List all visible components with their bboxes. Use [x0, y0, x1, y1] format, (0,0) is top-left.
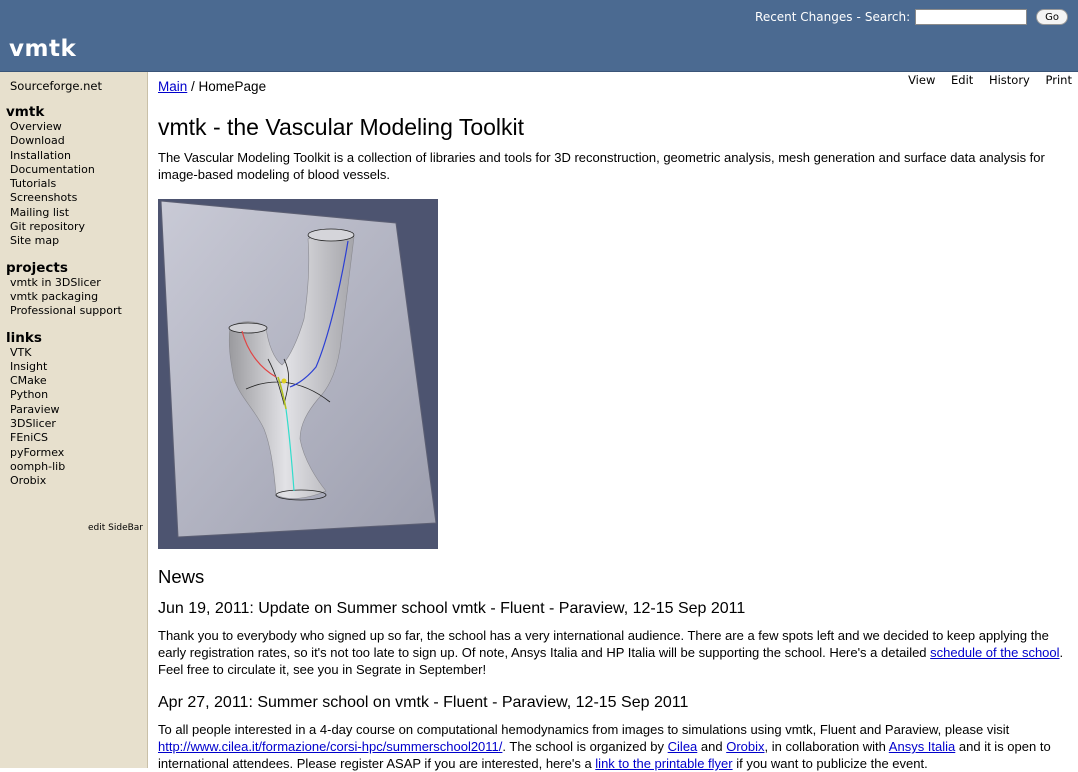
sidebar-list-vmtk: Overview Download Installation Documenta… — [0, 120, 147, 249]
sidebar-item-paraview[interactable]: Paraview — [10, 403, 59, 416]
flyer-link[interactable]: link to the printable flyer — [595, 756, 732, 771]
site-logo[interactable]: vmtk — [9, 36, 76, 62]
cilea-school-link[interactable]: http://www.cilea.it/formazione/corsi-hpc… — [158, 739, 502, 754]
search-input[interactable] — [915, 9, 1028, 25]
site-header: vmtk Recent Changes - Search: Go — [0, 0, 1078, 72]
orobix-link[interactable]: Orobix — [726, 739, 764, 754]
sidebar-item-git-repository[interactable]: Git repository — [10, 220, 85, 233]
news-text: Thank you to everybody who signed up so … — [158, 628, 1049, 660]
view-action[interactable]: View — [908, 73, 935, 87]
search-bar: Recent Changes - Search: Go — [755, 9, 1068, 25]
sidebar-item-3dslicer[interactable]: 3DSlicer — [10, 417, 56, 430]
sidebar-item-insight[interactable]: Insight — [10, 360, 47, 373]
breadcrumb: Main / HomePage — [158, 79, 266, 94]
page-title: vmtk - the Vascular Modeling Toolkit — [158, 114, 525, 140]
search-label: Search: — [864, 10, 911, 24]
news-text: if you want to publicize the event. — [732, 756, 928, 771]
news-item-heading: Apr 27, 2011: Summer school on vmtk - Fl… — [158, 694, 689, 711]
intro-paragraph: The Vascular Modeling Toolkit is a colle… — [158, 150, 1045, 182]
sidebar-heading-links: links — [6, 329, 42, 346]
news-item-body: To all people interested in a 4-day cour… — [158, 721, 1066, 772]
header-separator: - — [856, 10, 861, 24]
sidebar-item-orobix[interactable]: Orobix — [10, 474, 46, 487]
news-text: To all people interested in a 4-day cour… — [158, 722, 1010, 737]
news-text: , in collaboration with — [764, 739, 889, 754]
sidebar-sourceforge-link[interactable]: Sourceforge.net — [10, 79, 147, 93]
sidebar-heading-projects: projects — [6, 259, 68, 276]
recent-changes-link[interactable]: Recent Changes — [755, 10, 852, 24]
sidebar: Sourceforge.net vmtk Overview Download I… — [0, 72, 148, 768]
edit-action[interactable]: Edit — [951, 73, 973, 87]
edit-sidebar-link[interactable]: edit SideBar — [88, 523, 143, 533]
page-actions: View Edit History Print — [896, 73, 1072, 87]
go-button[interactable]: Go — [1036, 9, 1068, 25]
sidebar-item-vmtk-packaging[interactable]: vmtk packaging — [10, 290, 98, 303]
sidebar-item-pyformex[interactable]: pyFormex — [10, 446, 64, 459]
sidebar-list-links: VTK Insight CMake Python Paraview 3DSlic… — [0, 346, 147, 489]
sidebar-item-screenshots[interactable]: Screenshots — [10, 191, 77, 204]
news-text: . The school is organized by — [502, 739, 668, 754]
sidebar-item-vmtk-3dslicer[interactable]: vmtk in 3DSlicer — [10, 276, 101, 289]
sidebar-item-vtk[interactable]: VTK — [10, 346, 31, 359]
news-text: and — [697, 739, 727, 754]
sidebar-item-oomph-lib[interactable]: oomph-lib — [10, 460, 65, 473]
news-item-heading: Jun 19, 2011: Update on Summer school vm… — [158, 600, 746, 617]
print-action[interactable]: Print — [1046, 73, 1072, 87]
news-item-body: Thank you to everybody who signed up so … — [158, 627, 1066, 678]
sidebar-item-download[interactable]: Download — [10, 134, 65, 147]
vessel-model-image — [158, 199, 438, 549]
vessel-model-illustration — [160, 200, 437, 538]
breadcrumb-separator: / — [187, 79, 199, 94]
sidebar-item-overview[interactable]: Overview — [10, 120, 62, 133]
breadcrumb-main-link[interactable]: Main — [158, 79, 187, 94]
sidebar-item-python[interactable]: Python — [10, 388, 48, 401]
sidebar-item-cmake[interactable]: CMake — [10, 374, 47, 387]
sidebar-item-fenics[interactable]: FEniCS — [10, 431, 48, 444]
sidebar-item-tutorials[interactable]: Tutorials — [10, 177, 56, 190]
schedule-link[interactable]: schedule of the school — [930, 645, 1059, 660]
sidebar-item-installation[interactable]: Installation — [10, 149, 71, 162]
sidebar-item-site-map[interactable]: Site map — [10, 234, 59, 247]
sidebar-list-projects: vmtk in 3DSlicer vmtk packaging Professi… — [0, 276, 147, 319]
sidebar-item-professional-support[interactable]: Professional support — [10, 304, 122, 317]
news-heading: News — [158, 566, 205, 587]
sidebar-item-mailing-list[interactable]: Mailing list — [10, 206, 69, 219]
ansys-italia-link[interactable]: Ansys Italia — [889, 739, 955, 754]
sidebar-item-documentation[interactable]: Documentation — [10, 163, 95, 176]
breadcrumb-current: HomePage — [198, 79, 267, 94]
cilea-link[interactable]: Cilea — [668, 739, 698, 754]
sidebar-heading-vmtk: vmtk — [6, 104, 45, 120]
history-action[interactable]: History — [989, 73, 1030, 87]
